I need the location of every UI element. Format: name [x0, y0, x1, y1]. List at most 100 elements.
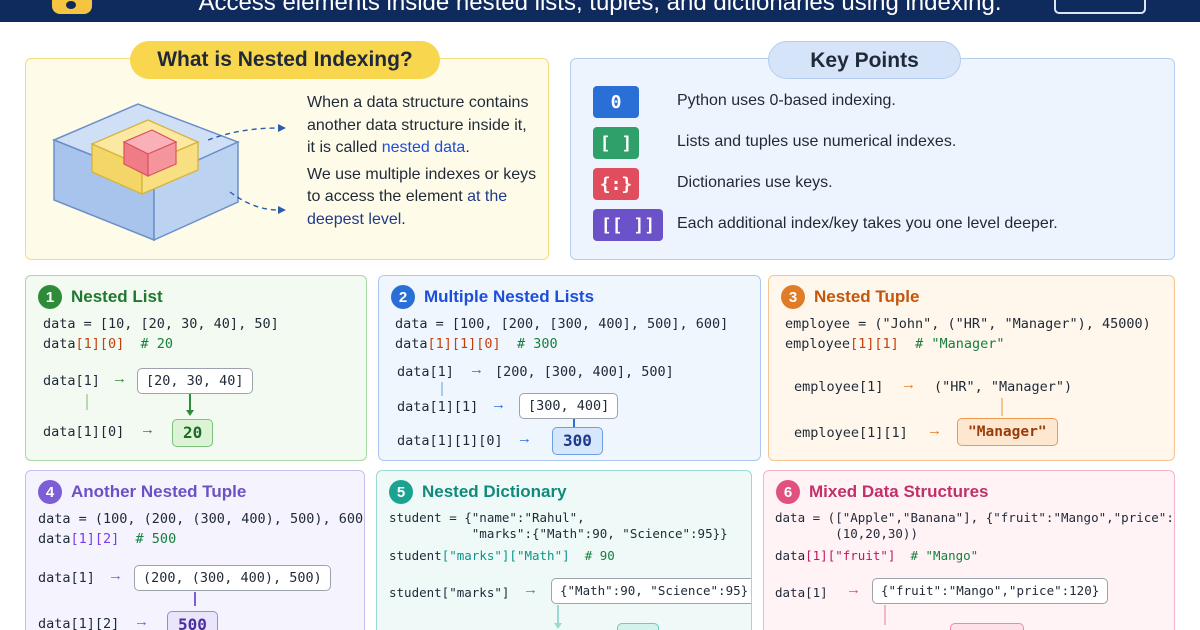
connector-line: [557, 605, 559, 625]
code-line: data[1][1][0] # 300: [395, 336, 558, 352]
card-title-text: Mixed Data Structures: [809, 482, 989, 501]
connector-line: [194, 592, 196, 606]
what-is-paragraph-1: When a data structure contains another d…: [307, 94, 529, 156]
result-box: 20: [172, 419, 214, 447]
step-label: student["marks"]: [389, 585, 510, 600]
nested-data-highlight: nested data: [381, 139, 466, 156]
code-line: employee = ("John", ("HR", "Manager"), 4…: [785, 316, 1151, 332]
number-badge: 5: [389, 480, 413, 504]
right-arrow-icon: →: [927, 422, 942, 439]
step-label: data[1]: [43, 373, 100, 389]
card-title: 5 Nested Dictionary: [389, 480, 567, 504]
connector-line: [441, 382, 443, 396]
step-value: ("HR", "Manager"): [934, 379, 1073, 395]
result-box: 300: [552, 427, 603, 455]
right-arrow-icon: →: [134, 613, 149, 630]
right-arrow-icon: →: [469, 361, 484, 378]
card-title-text: Multiple Nested Lists: [424, 287, 595, 306]
card-title: 2 Multiple Nested Lists: [391, 285, 594, 309]
key-point-item: [ ] Lists and tuples use numerical index…: [593, 127, 956, 159]
code-line: (10,20,30)): [775, 526, 918, 541]
nested-cube-icon: [52, 103, 286, 242]
step-value-box: (200, (300, 400), 500): [134, 565, 331, 591]
example-card-multiple-nested-lists: 2 Multiple Nested Lists data = [100, [20…: [378, 275, 761, 461]
key-point-item: {:} Dictionaries use keys.: [593, 168, 833, 200]
code-line: data[1][2] # 500: [38, 531, 177, 547]
number-badge: 1: [38, 285, 62, 309]
right-arrow-icon: →: [846, 581, 861, 598]
right-arrow-icon: →: [523, 581, 538, 598]
card-title-text: Another Nested Tuple: [71, 482, 247, 501]
code-line: data = [10, [20, 30, 40], 50]: [43, 316, 279, 332]
key-point-text: Lists and tuples use numerical indexes.: [677, 133, 957, 150]
card-title: 4 Another Nested Tuple: [38, 480, 246, 504]
code-line: student["marks"]["Math"] # 90: [389, 548, 615, 563]
number-badge: 6: [776, 480, 800, 504]
result-box: [617, 623, 659, 630]
result-box: 500: [167, 611, 218, 630]
step-label: data[1]: [775, 585, 828, 600]
step-label: data[1][2]: [38, 616, 120, 630]
step-label: data[1]: [397, 364, 454, 380]
card-title: 6 Mixed Data Structures: [776, 480, 989, 504]
result-box: "Manager": [957, 418, 1058, 446]
step-label: employee[1][1]: [794, 425, 908, 441]
example-card-nested-tuple: 3 Nested Tuple employee = ("John", ("HR"…: [768, 275, 1175, 461]
step-label: data[1]: [38, 570, 95, 586]
card-title: 3 Nested Tuple: [781, 285, 919, 309]
connector-line: [1001, 398, 1003, 416]
right-arrow-icon: →: [901, 376, 916, 393]
double-brackets-icon: [[ ]]: [593, 209, 663, 241]
step-value: [200, [300, 400], 500]: [495, 364, 674, 380]
card-title-text: Nested List: [71, 287, 163, 306]
step-value-box: {"Math":90, "Science":95}: [551, 578, 751, 604]
connector-line: [884, 605, 886, 625]
right-arrow-icon: →: [517, 430, 532, 447]
right-arrow-icon: →: [491, 396, 506, 413]
key-point-text: Dictionaries use keys.: [677, 174, 833, 191]
step-label: data[1][0]: [43, 424, 125, 440]
key-point-item: [[ ]] Each additional index/key takes yo…: [593, 209, 1058, 241]
connector-line: [189, 394, 191, 410]
result-box: [950, 623, 1024, 630]
key-point-text: Python uses 0-based indexing.: [677, 92, 896, 109]
step-label: data[1][1]: [397, 399, 479, 415]
right-arrow-icon: →: [112, 370, 127, 387]
card-title-text: Nested Tuple: [814, 287, 920, 306]
code-line: data = [100, [200, [300, 400], 500], 600…: [395, 316, 729, 332]
page-subtitle: Access elements inside nested lists, tup…: [198, 0, 1002, 16]
braces-icon: {:}: [593, 168, 639, 200]
step-value-box: [300, 400]: [519, 393, 619, 419]
what-is-paragraph-2: We use multiple indexes or keys to acces…: [307, 165, 537, 228]
zero-index-icon: 0: [593, 86, 639, 118]
down-arrow-icon: [186, 410, 194, 416]
code-line: employee[1][1] # "Manager": [785, 336, 1005, 352]
code-line: student = {"name":"Rahul",: [389, 510, 585, 525]
code-line: data = (["Apple","Banana"], {"fruit":"Ma…: [775, 510, 1175, 525]
brackets-icon: [ ]: [593, 127, 639, 159]
step-value-box: {"fruit":"Mango","price":120}: [872, 578, 1109, 604]
example-card-nested-dictionary: 5 Nested Dictionary student = {"name":"R…: [376, 470, 752, 630]
key-points-title: Key Points: [768, 41, 961, 79]
header-banner: Access elements inside nested lists, tup…: [0, 0, 1200, 22]
header-button[interactable]: [1054, 0, 1146, 14]
step-label: data[1][1][0]: [397, 433, 503, 449]
step-label: employee[1]: [794, 379, 884, 395]
key-point-text: Each additional index/key takes you one …: [677, 215, 1058, 232]
key-point-item: 0 Python uses 0-based indexing.: [593, 86, 896, 118]
connector-line: [86, 394, 88, 410]
code-line: data[1]["fruit"] # "Mango": [775, 548, 979, 563]
what-is-title: What is Nested Indexing?: [130, 41, 440, 79]
example-card-nested-list: 1 Nested List data = [10, [20, 30, 40], …: [25, 275, 367, 461]
right-arrow-icon: →: [108, 567, 123, 584]
number-badge: 3: [781, 285, 805, 309]
code-line: "marks":{"Math":90, "Science":95}}: [389, 526, 728, 541]
number-badge: 4: [38, 480, 62, 504]
down-arrow-icon: [554, 623, 562, 629]
number-badge: 2: [391, 285, 415, 309]
code-line: data = (100, (200, (300, 400), 500), 600…: [38, 511, 365, 527]
card-title: 1 Nested List: [38, 285, 163, 309]
example-card-another-nested-tuple: 4 Another Nested Tuple data = (100, (200…: [25, 470, 365, 630]
step-value-box: [20, 30, 40]: [137, 368, 253, 394]
code-line: data[1][0] # 20: [43, 336, 174, 352]
